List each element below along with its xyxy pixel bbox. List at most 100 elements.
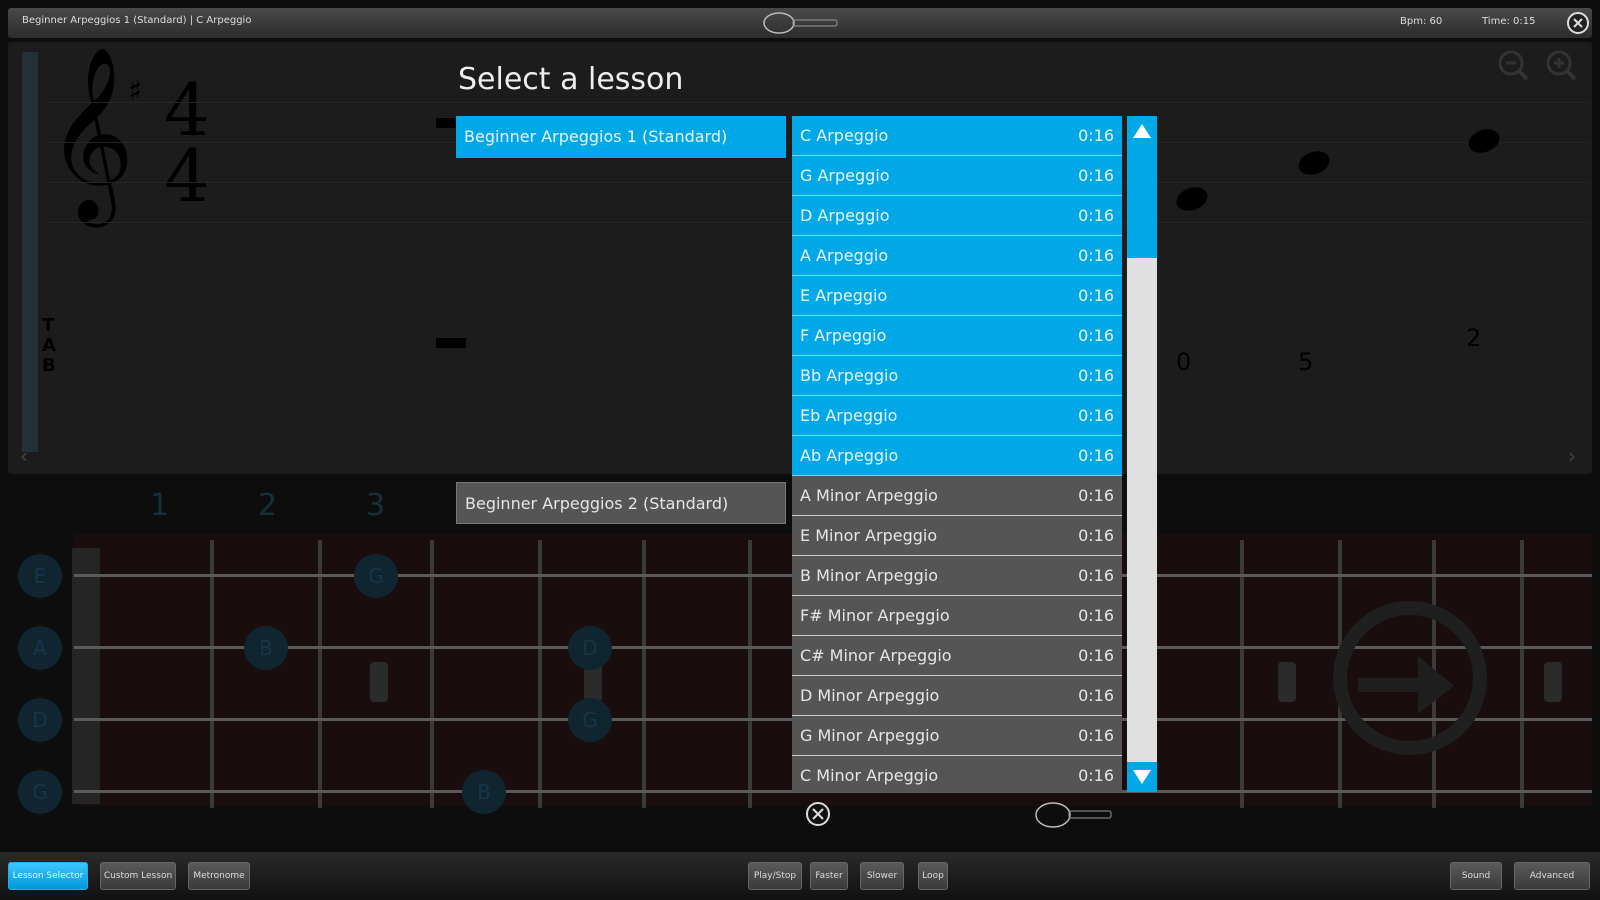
modal-title: Select a lesson: [458, 62, 684, 97]
time-readout: Time: 0:15: [1482, 16, 1536, 27]
lesson-item[interactable]: G Minor Arpeggio 0:16: [792, 716, 1122, 756]
tab-label: T A B: [42, 316, 56, 376]
fret-wire: [430, 540, 434, 808]
lesson-selector-button[interactable]: Lesson Selector: [8, 862, 88, 890]
fret-wire: [1520, 540, 1524, 808]
category-beginner-arpeggios-1[interactable]: Beginner Arpeggios 1 (Standard): [456, 116, 786, 158]
fretted-note: D: [568, 626, 612, 670]
lesson-item[interactable]: Bb Arpeggio 0:16: [792, 356, 1122, 396]
loop-button[interactable]: Loop: [918, 862, 948, 890]
lesson-item[interactable]: C Minor Arpeggio 0:16: [792, 756, 1122, 792]
lesson-name: D Arpeggio: [800, 206, 890, 225]
slower-button[interactable]: Slower: [860, 862, 904, 890]
lesson-name: E Arpeggio: [800, 286, 888, 305]
lesson-item[interactable]: E Minor Arpeggio 0:16: [792, 516, 1122, 556]
fret-marker: [1544, 662, 1562, 702]
zoom-in-icon[interactable]: [1544, 48, 1578, 82]
faster-button[interactable]: Faster: [810, 862, 848, 890]
lesson-item[interactable]: F# Minor Arpeggio 0:16: [792, 596, 1122, 636]
custom-lesson-button[interactable]: Custom Lesson: [100, 862, 176, 890]
fret-wire: [318, 540, 322, 808]
lesson-item[interactable]: C# Minor Arpeggio 0:16: [792, 636, 1122, 676]
zoom-out-icon[interactable]: [1496, 48, 1530, 82]
lesson-duration: 0:16: [1078, 606, 1114, 625]
tab-number: 0: [1176, 348, 1192, 376]
lesson-name: G Minor Arpeggio: [800, 726, 940, 745]
tab-number: 5: [1298, 348, 1314, 376]
lesson-item[interactable]: B Minor Arpeggio 0:16: [792, 556, 1122, 596]
fretboard-nut: [72, 548, 100, 804]
lesson-name: Eb Arpeggio: [800, 406, 898, 425]
lesson-name: A Minor Arpeggio: [800, 486, 938, 505]
bpm-readout: Bpm: 60: [1400, 16, 1443, 27]
scroll-up-icon[interactable]: [1127, 116, 1157, 146]
lesson-duration: 0:16: [1078, 486, 1114, 505]
lesson-duration: 0:16: [1078, 326, 1114, 345]
close-icon[interactable]: [804, 800, 832, 828]
lesson-list: C Arpeggio 0:16 G Arpeggio 0:16 D Arpeggio 0:…: [792, 116, 1122, 792]
fret-wire: [538, 540, 542, 808]
fretted-note: B: [462, 770, 506, 814]
fret-number: 2: [258, 488, 278, 523]
score-side-bar: [22, 52, 38, 452]
fret-number: 3: [366, 488, 386, 523]
tab-number: 2: [1466, 324, 1482, 352]
chevron-left-icon[interactable]: ‹: [20, 444, 28, 468]
lesson-duration: 0:16: [1078, 566, 1114, 585]
fret-wire: [748, 540, 752, 808]
fretted-note: B: [244, 626, 288, 670]
lesson-item[interactable]: A Minor Arpeggio 0:16: [792, 476, 1122, 516]
lesson-name: Ab Arpeggio: [800, 446, 899, 465]
lesson-name: C Arpeggio: [800, 126, 889, 145]
lesson-name: F Arpeggio: [800, 326, 887, 345]
advanced-button[interactable]: Advanced: [1514, 862, 1590, 890]
lesson-item[interactable]: E Arpeggio 0:16: [792, 276, 1122, 316]
tab-letter: A: [42, 335, 56, 356]
lesson-duration: 0:16: [1078, 686, 1114, 705]
app-logo-icon: [1035, 802, 1112, 828]
fret-number: 1: [150, 488, 170, 523]
fret-wire: [1240, 540, 1244, 808]
category-beginner-arpeggios-2[interactable]: Beginner Arpeggios 2 (Standard): [456, 482, 786, 524]
lesson-item[interactable]: G Arpeggio 0:16: [792, 156, 1122, 196]
lesson-name: Bb Arpeggio: [800, 366, 899, 385]
lesson-item[interactable]: C Arpeggio 0:16: [792, 116, 1122, 156]
lesson-item[interactable]: D Minor Arpeggio 0:16: [792, 676, 1122, 716]
lesson-name: B Minor Arpeggio: [800, 566, 938, 585]
lesson-duration: 0:16: [1078, 126, 1114, 145]
sound-button[interactable]: Sound: [1450, 862, 1502, 890]
lesson-duration: 0:16: [1078, 286, 1114, 305]
rest-mark: [436, 338, 466, 348]
lesson-item[interactable]: A Arpeggio 0:16: [792, 236, 1122, 276]
lesson-name: G Arpeggio: [800, 166, 890, 185]
metronome-button[interactable]: Metronome: [188, 862, 250, 890]
fret-wire: [642, 540, 646, 808]
lesson-name: E Minor Arpeggio: [800, 526, 938, 545]
chevron-right-icon[interactable]: ›: [1568, 444, 1576, 468]
lesson-duration: 0:16: [1078, 366, 1114, 385]
close-icon[interactable]: [1566, 11, 1590, 35]
lesson-item[interactable]: D Arpeggio 0:16: [792, 196, 1122, 236]
tab-letter: B: [42, 355, 56, 376]
app-logo-icon: [763, 12, 838, 34]
lesson-duration: 0:16: [1078, 526, 1114, 545]
replay-icon[interactable]: [1328, 596, 1492, 760]
play-stop-button[interactable]: Play/Stop: [748, 862, 802, 890]
lesson-duration: 0:16: [1078, 246, 1114, 265]
lesson-item[interactable]: Eb Arpeggio 0:16: [792, 396, 1122, 436]
lesson-duration: 0:16: [1078, 766, 1114, 785]
scroll-down-icon[interactable]: [1127, 762, 1157, 792]
lesson-duration: 0:16: [1078, 646, 1114, 665]
lesson-name: C# Minor Arpeggio: [800, 646, 952, 665]
lesson-name: D Minor Arpeggio: [800, 686, 940, 705]
top-bar: Beginner Arpeggios 1 (Standard) | C Arpe…: [8, 8, 1592, 38]
lesson-name: F# Minor Arpeggio: [800, 606, 950, 625]
lesson-list-scrollbar[interactable]: [1127, 116, 1157, 792]
lesson-item[interactable]: F Arpeggio 0:16: [792, 316, 1122, 356]
lesson-name: A Arpeggio: [800, 246, 889, 265]
lesson-duration: 0:16: [1078, 406, 1114, 425]
lesson-name: C Minor Arpeggio: [800, 766, 939, 785]
lesson-item[interactable]: Ab Arpeggio 0:16: [792, 436, 1122, 476]
open-string-note: D: [18, 698, 62, 742]
lesson-duration: 0:16: [1078, 166, 1114, 185]
